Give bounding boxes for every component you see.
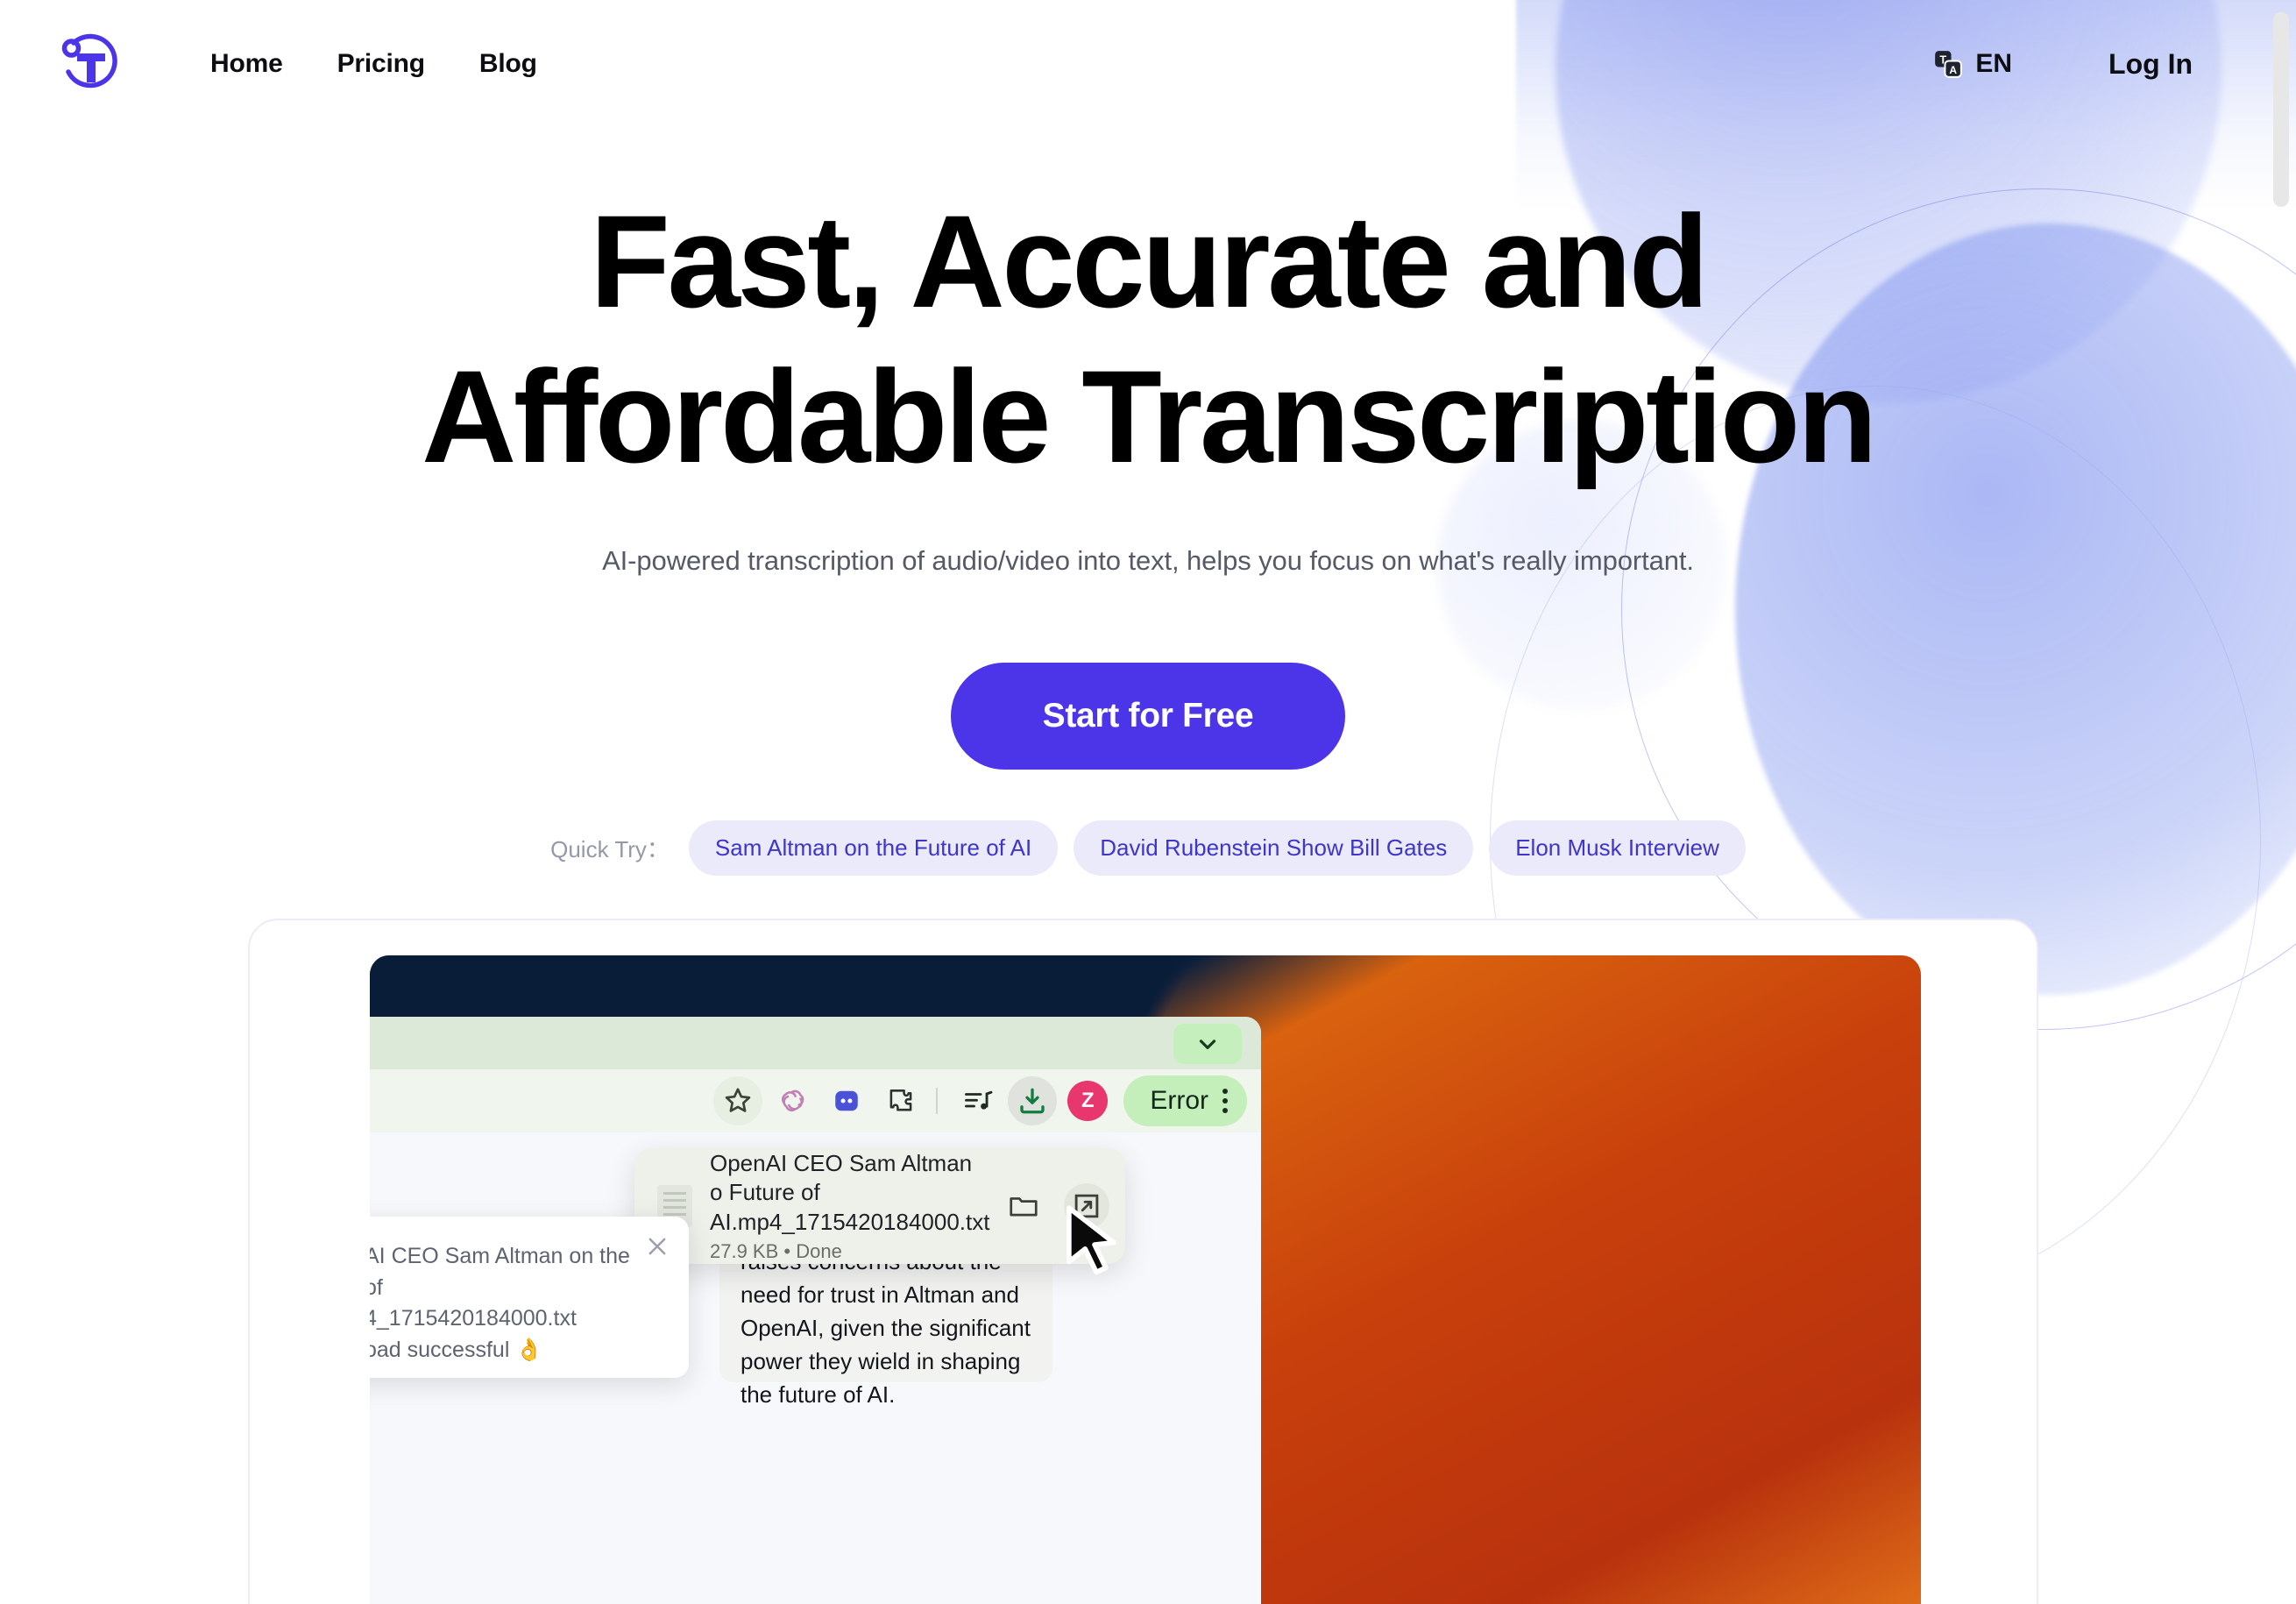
start-for-free-button[interactable]: Start for Free xyxy=(951,663,1345,770)
quick-try-chip-elon-musk[interactable]: Elon Musk Interview xyxy=(1489,820,1746,876)
nav-item-pricing[interactable]: Pricing xyxy=(337,49,425,79)
mouse-cursor xyxy=(1061,1203,1126,1288)
user-avatar[interactable]: Z xyxy=(1067,1081,1109,1121)
toast-line-1: AI CEO Sam Altman on the xyxy=(370,1244,630,1268)
language-switcher[interactable]: T A EN xyxy=(1933,49,2012,79)
landing-page: Home Pricing Blog T A EN Log In Fast, Ac… xyxy=(0,0,2296,1604)
nav-item-blog[interactable]: Blog xyxy=(479,49,537,79)
toast-line-3: 4_1715420184000.txt xyxy=(370,1306,577,1331)
kebab-menu-icon[interactable] xyxy=(1222,1089,1228,1113)
hero-title-line-1: Fast, Accurate and xyxy=(590,188,1709,335)
status-badge[interactable]: Error xyxy=(1123,1075,1247,1126)
brand-logo[interactable] xyxy=(54,30,123,98)
toast-line-2: of xyxy=(370,1274,383,1300)
folder-icon[interactable] xyxy=(1001,1183,1046,1229)
bookmark-star-icon[interactable] xyxy=(713,1076,763,1125)
openai-icon[interactable] xyxy=(768,1076,817,1125)
page-scrollbar[interactable] xyxy=(2273,12,2289,207)
download-icon[interactable] xyxy=(1008,1076,1058,1125)
upload-success-toast: AI CEO Sam Altman on the of 4_1715420184… xyxy=(370,1217,689,1378)
svg-text:A: A xyxy=(1950,64,1958,76)
extension-puzzle-icon[interactable] xyxy=(876,1076,925,1125)
tab-list-chevron-button[interactable] xyxy=(1173,1024,1242,1064)
language-label: EN xyxy=(1975,49,2013,78)
product-screenshot-card: Z Error raises concerns about the need f… xyxy=(248,919,2038,1604)
discord-icon[interactable] xyxy=(822,1076,871,1125)
export-options-list: λ Export as PDF xyxy=(719,1569,1052,1604)
transcript-text: raises concerns about the need for trust… xyxy=(741,1248,1031,1408)
browser-tabstrip xyxy=(370,1017,1261,1069)
toolbar-divider xyxy=(936,1088,939,1114)
hero-title-line-2: Affordable Transcription xyxy=(422,343,1877,490)
translate-icon: T A xyxy=(1935,51,1963,78)
download-popup: OpenAI CEO Sam Altman o Future of AI.mp4… xyxy=(634,1148,1125,1264)
close-icon[interactable] xyxy=(645,1234,670,1259)
toast-line-4: oad successful 👌 xyxy=(370,1337,543,1362)
chevron-down-icon xyxy=(1199,1040,1216,1049)
browser-toolbar: Z Error xyxy=(370,1069,1261,1132)
quick-try-chip-david-rubenstein[interactable]: David Rubenstein Show Bill Gates xyxy=(1074,820,1474,876)
hero-section: Fast, Accurate and Affordable Transcript… xyxy=(0,0,2296,876)
hero-subtitle: AI-powered transcription of audio/video … xyxy=(602,545,1694,576)
nav-item-home[interactable]: Home xyxy=(210,49,283,79)
export-pdf-row[interactable]: λ Export as PDF xyxy=(719,1592,1052,1604)
login-button[interactable]: Log In xyxy=(2108,48,2193,81)
desktop-wallpaper: Z Error raises concerns about the need f… xyxy=(370,955,1921,1604)
download-item-texts: OpenAI CEO Sam Altman o Future of AI.mp4… xyxy=(710,1149,990,1263)
download-file-name: OpenAI CEO Sam Altman o Future of AI.mp4… xyxy=(710,1150,990,1235)
page-title: Fast, Accurate and Affordable Transcript… xyxy=(0,184,2296,494)
logo-icon xyxy=(61,33,117,89)
quick-try-chip-sam-altman[interactable]: Sam Altman on the Future of AI xyxy=(688,820,1059,876)
header-actions: T A EN Log In xyxy=(1933,48,2193,81)
cta-row: Start for Free xyxy=(0,663,2296,770)
quick-try-label: Quick Try： xyxy=(550,836,670,862)
media-playlist-icon[interactable] xyxy=(953,1076,1003,1125)
main-nav: Home Pricing Blog xyxy=(210,49,537,79)
status-badge-label: Error xyxy=(1150,1086,1208,1115)
site-header: Home Pricing Blog T A EN Log In xyxy=(0,0,2296,128)
download-file-meta: 27.9 KB • Done xyxy=(710,1239,842,1262)
quick-try-row: Quick Try： Sam Altman on the Future of A… xyxy=(0,820,2296,876)
browser-window: Z Error raises concerns about the need f… xyxy=(370,1017,1261,1604)
